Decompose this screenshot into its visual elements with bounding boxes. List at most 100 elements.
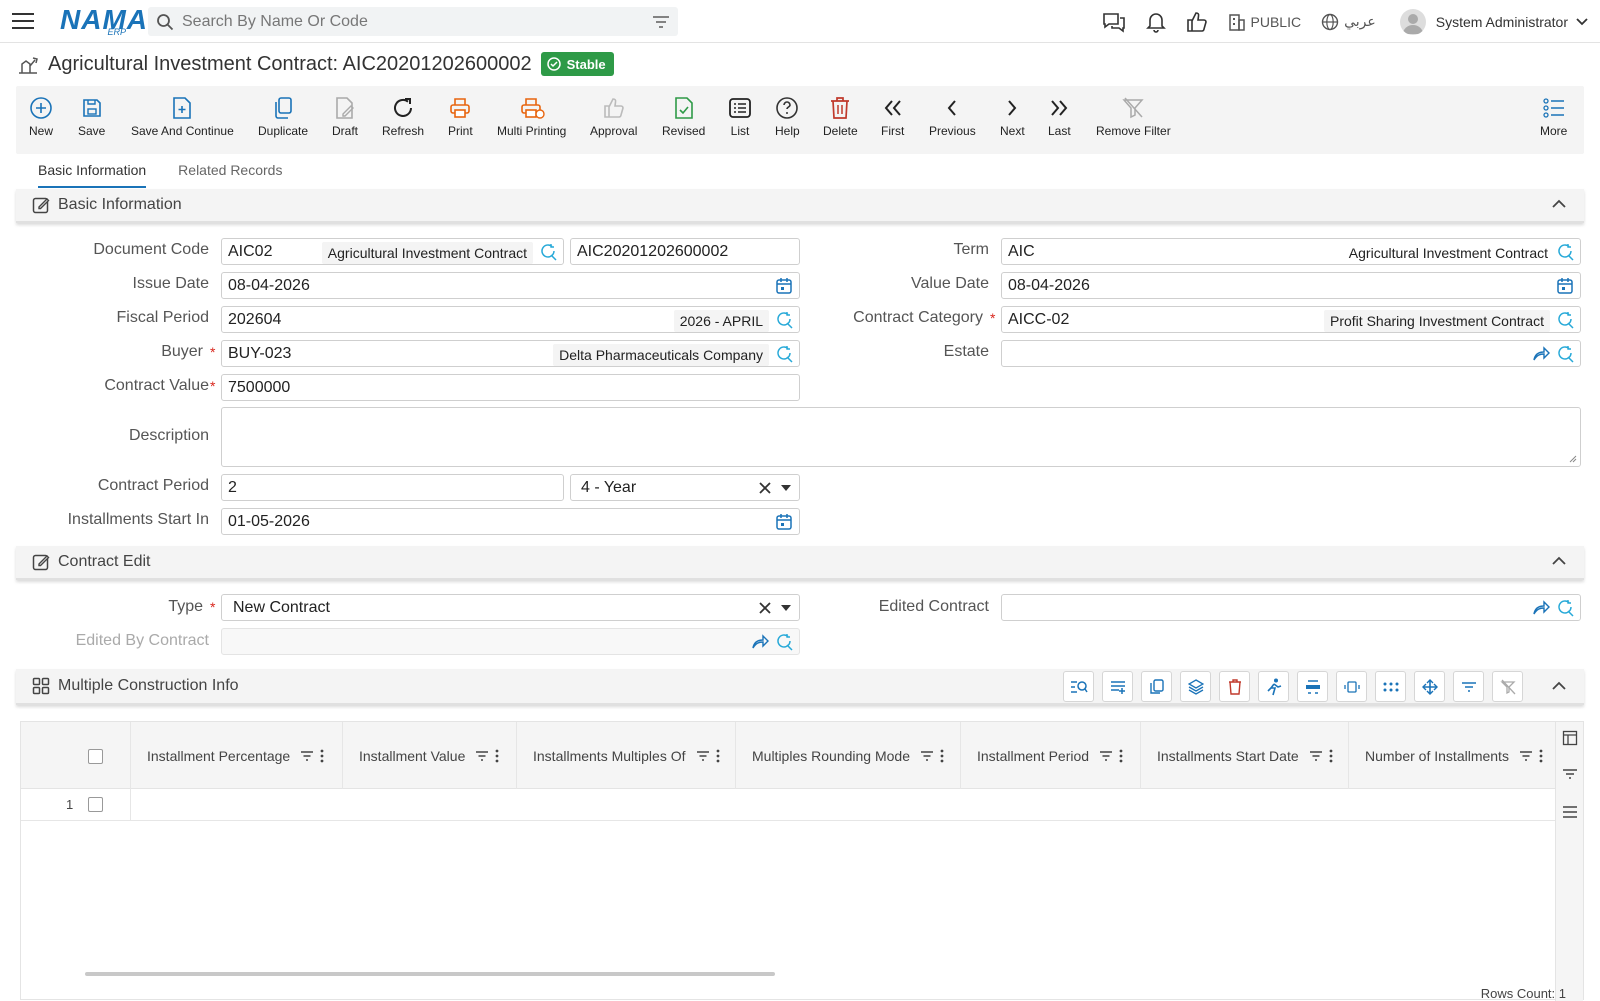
- edited-contract-field[interactable]: [1001, 594, 1581, 621]
- tab-related-records[interactable]: Related Records: [178, 158, 282, 188]
- grid-layout-icon[interactable]: [1297, 671, 1328, 702]
- issue-date-field[interactable]: 08-04-2026: [221, 272, 800, 299]
- print-button[interactable]: Print: [448, 94, 473, 138]
- lookup-icon[interactable]: [1556, 311, 1574, 329]
- approval-button[interactable]: Approval: [590, 94, 637, 138]
- draft-button[interactable]: Draft: [332, 94, 358, 138]
- column-menu-icon[interactable]: [495, 749, 499, 763]
- thumbs-up-icon[interactable]: [1186, 11, 1208, 33]
- grid-layers-icon[interactable]: [1180, 671, 1211, 702]
- language-selector[interactable]: عربي: [1321, 13, 1376, 31]
- lookup-icon[interactable]: [1556, 345, 1574, 363]
- side-menu-icon[interactable]: [1562, 806, 1578, 818]
- grid-dots-icon[interactable]: [1375, 671, 1406, 702]
- revised-button[interactable]: Revised: [662, 94, 705, 138]
- horizontal-scrollbar[interactable]: [85, 972, 775, 976]
- save-button[interactable]: Save: [78, 94, 105, 138]
- new-button[interactable]: New: [29, 94, 53, 138]
- delete-button[interactable]: Delete: [823, 94, 858, 138]
- column-header[interactable]: Multiples Rounding Mode: [735, 722, 960, 789]
- grid-filter-icon[interactable]: [1453, 671, 1484, 702]
- lookup-icon[interactable]: [1556, 243, 1574, 261]
- column-header[interactable]: Installment Value: [342, 722, 516, 789]
- app-logo[interactable]: NAMA ERP: [60, 6, 144, 37]
- description-textarea[interactable]: [221, 407, 1581, 467]
- calendar-icon[interactable]: [1556, 277, 1574, 295]
- column-menu-icon[interactable]: [1119, 749, 1123, 763]
- column-menu-icon[interactable]: [1329, 749, 1333, 763]
- lookup-icon[interactable]: [775, 633, 793, 651]
- share-icon[interactable]: [751, 633, 769, 651]
- contract-value-field[interactable]: 7500000: [221, 374, 800, 401]
- column-filter-icon[interactable]: [696, 750, 710, 762]
- column-header[interactable]: Installment Percentage: [130, 722, 342, 789]
- edited-by-contract-field[interactable]: [221, 628, 800, 655]
- contract-period-field[interactable]: 2: [221, 474, 564, 501]
- resize-handle-icon[interactable]: [1567, 453, 1577, 463]
- column-menu-icon[interactable]: [320, 749, 324, 763]
- grid-filter-off-icon[interactable]: [1492, 671, 1523, 702]
- section-basic-information[interactable]: Basic Information: [16, 189, 1584, 223]
- calendar-icon[interactable]: [775, 277, 793, 295]
- grid-search-icon[interactable]: [1063, 671, 1094, 702]
- next-button[interactable]: Next: [1000, 94, 1025, 138]
- grid-fit-icon[interactable]: [1336, 671, 1367, 702]
- remove-filter-button[interactable]: Remove Filter: [1096, 94, 1171, 138]
- fiscal-period-field[interactable]: 202604 2026 - APRIL: [221, 306, 800, 333]
- column-filter-icon[interactable]: [300, 750, 314, 762]
- type-select[interactable]: New Contract: [221, 594, 800, 621]
- grid-copy-icon[interactable]: [1141, 671, 1172, 702]
- lookup-icon[interactable]: [539, 243, 557, 261]
- contract-period-unit-select[interactable]: 4 - Year: [570, 474, 800, 501]
- column-menu-icon[interactable]: [1539, 749, 1543, 763]
- value-date-field[interactable]: 08-04-2026: [1001, 272, 1581, 299]
- section-contract-edit[interactable]: Contract Edit: [16, 546, 1584, 580]
- help-button[interactable]: Help: [775, 94, 800, 138]
- column-filter-icon[interactable]: [1519, 750, 1533, 762]
- bell-icon[interactable]: [1146, 11, 1166, 33]
- column-filter-icon[interactable]: [475, 750, 489, 762]
- column-filter-icon[interactable]: [1309, 750, 1323, 762]
- share-icon[interactable]: [1532, 345, 1550, 363]
- side-filter-icon[interactable]: [1562, 768, 1578, 780]
- contract-category-field[interactable]: AICC-02 Profit Sharing Investment Contra…: [1001, 306, 1581, 333]
- calendar-icon[interactable]: [775, 513, 793, 531]
- columns-icon[interactable]: [1562, 730, 1578, 746]
- more-button[interactable]: More: [1540, 94, 1567, 138]
- column-menu-icon[interactable]: [716, 749, 720, 763]
- lookup-icon[interactable]: [775, 311, 793, 329]
- search-input[interactable]: [182, 13, 652, 31]
- column-filter-icon[interactable]: [1099, 750, 1113, 762]
- estate-field[interactable]: [1001, 340, 1581, 367]
- user-menu[interactable]: System Administrator: [1400, 9, 1588, 35]
- buyer-field[interactable]: BUY-023 Delta Pharmaceuticals Company: [221, 340, 800, 367]
- grid-add-row-icon[interactable]: [1102, 671, 1133, 702]
- column-header[interactable]: Number of Installments: [1348, 722, 1557, 789]
- list-button[interactable]: List: [728, 94, 752, 138]
- lookup-icon[interactable]: [1556, 599, 1574, 617]
- multi-printing-button[interactable]: Multi Printing: [497, 94, 566, 138]
- previous-button[interactable]: Previous: [929, 94, 976, 138]
- grid-run-icon[interactable]: [1258, 671, 1289, 702]
- installments-start-field[interactable]: 01-05-2026: [221, 508, 800, 535]
- duplicate-button[interactable]: Duplicate: [258, 94, 308, 138]
- first-button[interactable]: First: [881, 94, 904, 138]
- chat-icon[interactable]: [1102, 11, 1126, 33]
- grid-delete-icon[interactable]: [1219, 671, 1250, 702]
- lookup-icon[interactable]: [775, 345, 793, 363]
- column-filter-icon[interactable]: [920, 750, 934, 762]
- chevron-up-icon[interactable]: [1552, 199, 1566, 208]
- filter-icon[interactable]: [652, 15, 670, 29]
- select-all-checkbox[interactable]: [88, 749, 103, 764]
- column-header[interactable]: Installments Start Date: [1140, 722, 1348, 789]
- clear-icon[interactable]: [759, 602, 771, 614]
- refresh-button[interactable]: Refresh: [382, 94, 424, 138]
- company-selector[interactable]: PUBLIC: [1228, 13, 1302, 31]
- document-number-field[interactable]: AIC20201202600002: [570, 238, 800, 265]
- save-continue-button[interactable]: Save And Continue: [131, 94, 234, 138]
- column-menu-icon[interactable]: [940, 749, 944, 763]
- grid-move-icon[interactable]: [1414, 671, 1445, 702]
- global-search[interactable]: [148, 7, 678, 36]
- caret-down-icon[interactable]: [781, 485, 791, 491]
- caret-down-icon[interactable]: [781, 605, 791, 611]
